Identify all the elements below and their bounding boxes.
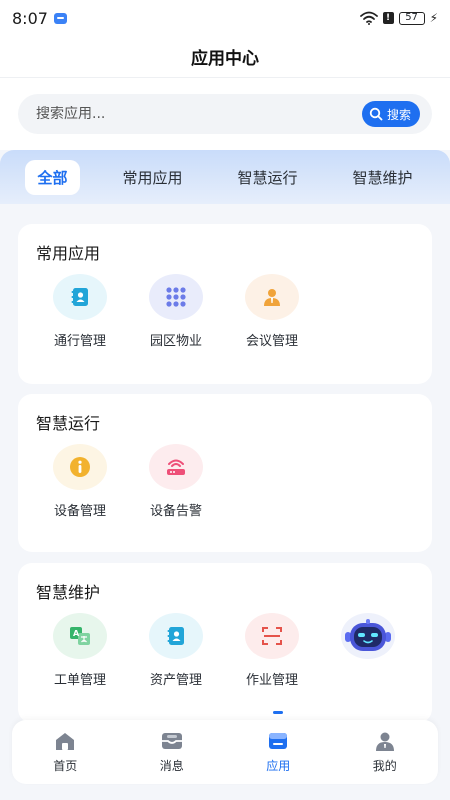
- grid-dots-icon: [149, 274, 203, 320]
- section-card-maintenance: 智慧维护 A 工单管理 资产管理 作业管理: [18, 563, 432, 723]
- wifi-icon: [359, 11, 378, 25]
- app-label: 作业管理: [245, 673, 298, 688]
- search-button-label: 搜索: [386, 107, 411, 122]
- meeting-person-icon: [245, 274, 299, 320]
- search-button[interactable]: 搜索: [361, 101, 420, 127]
- app-label: 工单管理: [53, 673, 106, 688]
- app-label: 资产管理: [149, 673, 202, 688]
- status-bar: 8:07 ! 57 ⚡: [0, 0, 450, 36]
- app-label: 园区物业: [149, 334, 202, 349]
- tab-0[interactable]: 全部: [25, 159, 80, 195]
- app-tile[interactable]: 设备管理: [32, 444, 128, 519]
- home-icon: [54, 731, 76, 755]
- nav-item-0[interactable]: 首页: [20, 731, 110, 774]
- svg-text:A: A: [73, 629, 80, 638]
- app-label: 会议管理: [245, 334, 298, 349]
- search-icon: [369, 107, 383, 121]
- apps-icon: [267, 731, 289, 755]
- section-card-common: 常用应用通行管理 园区物业 会议管理: [18, 224, 432, 384]
- nav-label: 应用: [266, 758, 291, 773]
- nav-label: 消息: [159, 758, 184, 773]
- message-notification-icon: [53, 12, 67, 24]
- tab-1[interactable]: 常用应用: [110, 160, 194, 195]
- nav-item-1[interactable]: 消息: [127, 731, 217, 774]
- section-title: 智慧运行: [36, 414, 101, 433]
- user-icon: [374, 731, 396, 755]
- app-label: 通行管理: [53, 334, 106, 349]
- app-tile[interactable]: 资产管理: [128, 613, 224, 688]
- app-label: 设备告警: [149, 504, 202, 519]
- app-tile[interactable]: [320, 613, 416, 688]
- info-circle-icon: [53, 444, 107, 490]
- inbox-icon: [160, 731, 184, 755]
- alert-icon: !: [382, 12, 394, 24]
- app-tile[interactable]: 设备告警: [128, 444, 224, 519]
- router-alarm-icon: [149, 444, 203, 490]
- bottom-nav: 首页 消息 应用 我的: [12, 710, 438, 784]
- tab-3[interactable]: 智慧维护: [340, 160, 424, 195]
- app-sections: 常用应用通行管理 园区物业 会议管理 智慧运行设备管理 设备告警 智慧维护 A 工单管理 资…: [0, 204, 450, 723]
- app-tile[interactable]: 园区物业: [128, 274, 224, 349]
- app-tile[interactable]: 会议管理: [224, 274, 320, 349]
- nav-item-3[interactable]: 我的: [340, 731, 430, 774]
- status-time: 8:07: [12, 8, 48, 28]
- title-bar: 应用中心: [0, 36, 450, 78]
- battery-indicator: 57: [398, 11, 425, 25]
- charging-bolt-icon: ⚡: [429, 11, 438, 25]
- search-bar: 搜索: [18, 94, 432, 134]
- app-grid: 设备管理 设备告警: [32, 444, 224, 519]
- search-section: 搜索: [0, 78, 450, 150]
- active-indicator: [273, 710, 284, 714]
- nav-label: 我的: [372, 758, 397, 773]
- nav-item-2[interactable]: 应用: [233, 710, 323, 774]
- app-label: 设备管理: [53, 504, 106, 519]
- app-tile[interactable]: 作业管理: [224, 613, 320, 688]
- category-tabs-bar: 全部 常用应用 智慧运行 智慧维护: [0, 150, 450, 204]
- nav-label: 首页: [53, 758, 78, 773]
- page-title: 应用中心: [191, 49, 259, 69]
- app-grid: A 工单管理 资产管理 作业管理: [32, 613, 416, 688]
- contact-book-icon: [53, 274, 107, 320]
- section-card-operation: 智慧运行设备管理 设备告警: [18, 394, 432, 552]
- section-title: 智慧维护: [36, 583, 101, 602]
- app-tile[interactable]: 通行管理: [32, 274, 128, 349]
- app-grid: 通行管理 园区物业 会议管理: [32, 274, 320, 349]
- app-tile[interactable]: A 工单管理: [32, 613, 128, 688]
- translate-card-icon: A: [53, 613, 107, 659]
- tab-2[interactable]: 智慧运行: [225, 160, 309, 195]
- search-input[interactable]: [36, 106, 336, 122]
- robot-assistant-icon: [341, 613, 395, 659]
- contact-book-icon: [149, 613, 203, 659]
- section-title: 常用应用: [36, 244, 101, 263]
- scan-frame-icon: [245, 613, 299, 659]
